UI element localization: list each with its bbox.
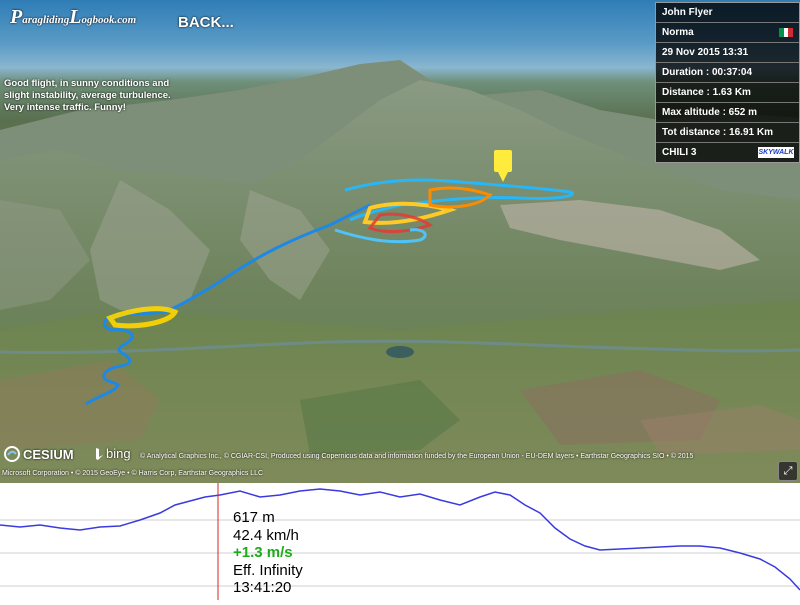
readout-speed: 42.4 km/h	[233, 526, 299, 544]
glider-row: CHILI 3 SKYWALK	[656, 142, 799, 162]
site-row: Norma	[656, 22, 799, 42]
total-distance: Tot distance : 16.91 Km	[656, 122, 799, 142]
readout-time: 13:41:20	[233, 579, 292, 596]
italy-flag-icon	[779, 28, 794, 37]
fullscreen-button[interactable]: ⤢	[778, 461, 798, 481]
site-name: Norma	[662, 27, 694, 38]
map-3d-viewer[interactable]: ParaglidingLogbook.com BACK... Good flig…	[0, 0, 800, 483]
flight-distance: Distance : 1.63 Km	[656, 82, 799, 102]
flight-date: 29 Nov 2015 13:31	[656, 42, 799, 62]
attribution-line-1: © Analytical Graphics Inc., © CGIAR-CSI,…	[140, 453, 694, 460]
cesium-label: CESIUM	[23, 446, 74, 462]
max-altitude: Max altitude : 652 m	[656, 102, 799, 122]
logo-text-ogbook: ogbook.com	[81, 14, 137, 26]
bing-icon	[96, 447, 103, 460]
logo-letter-p: P	[10, 6, 23, 28]
pilot-name: John Flyer	[662, 7, 713, 18]
flight-description: Good flight, in sunny conditions and sli…	[4, 78, 171, 113]
bing-logo[interactable]: bing	[94, 446, 131, 461]
attribution-line-2: Microsoft Corporation • © 2015 GeoEye • …	[2, 470, 264, 477]
flight-info-panel: John Flyer Norma 29 Nov 2015 13:31 Durat…	[655, 2, 800, 163]
readout-efficiency: Eff. Infinity	[233, 561, 303, 579]
logo-text-paragliding: aragliding	[22, 14, 70, 26]
flight-duration: Duration : 00:37:04	[656, 62, 799, 82]
glider-model: CHILI 3	[662, 147, 697, 158]
altitude-line	[0, 488, 800, 591]
fullscreen-icon: ⤢	[783, 465, 793, 477]
bing-label: bing	[106, 446, 131, 461]
site-logo[interactable]: ParaglidingLogbook.com	[10, 6, 136, 29]
readout-altitude: 617 m	[233, 509, 275, 526]
altitude-profile[interactable]: 617 m 42.4 km/h +1.3 m/s Eff. Infinity 1…	[0, 483, 800, 600]
profile-readout: 617 m 42.4 km/h +1.3 m/s Eff. Infinity 1…	[233, 509, 303, 597]
profile-graph[interactable]	[0, 483, 800, 600]
cesium-logo[interactable]: CESIUM	[4, 446, 74, 462]
skywalk-brand-logo: SKYWALK	[758, 147, 794, 158]
back-button[interactable]: BACK...	[178, 14, 234, 31]
cesium-globe-icon	[4, 446, 20, 462]
readout-vario: +1.3 m/s	[233, 544, 293, 561]
logo-letter-l: L	[69, 6, 82, 28]
